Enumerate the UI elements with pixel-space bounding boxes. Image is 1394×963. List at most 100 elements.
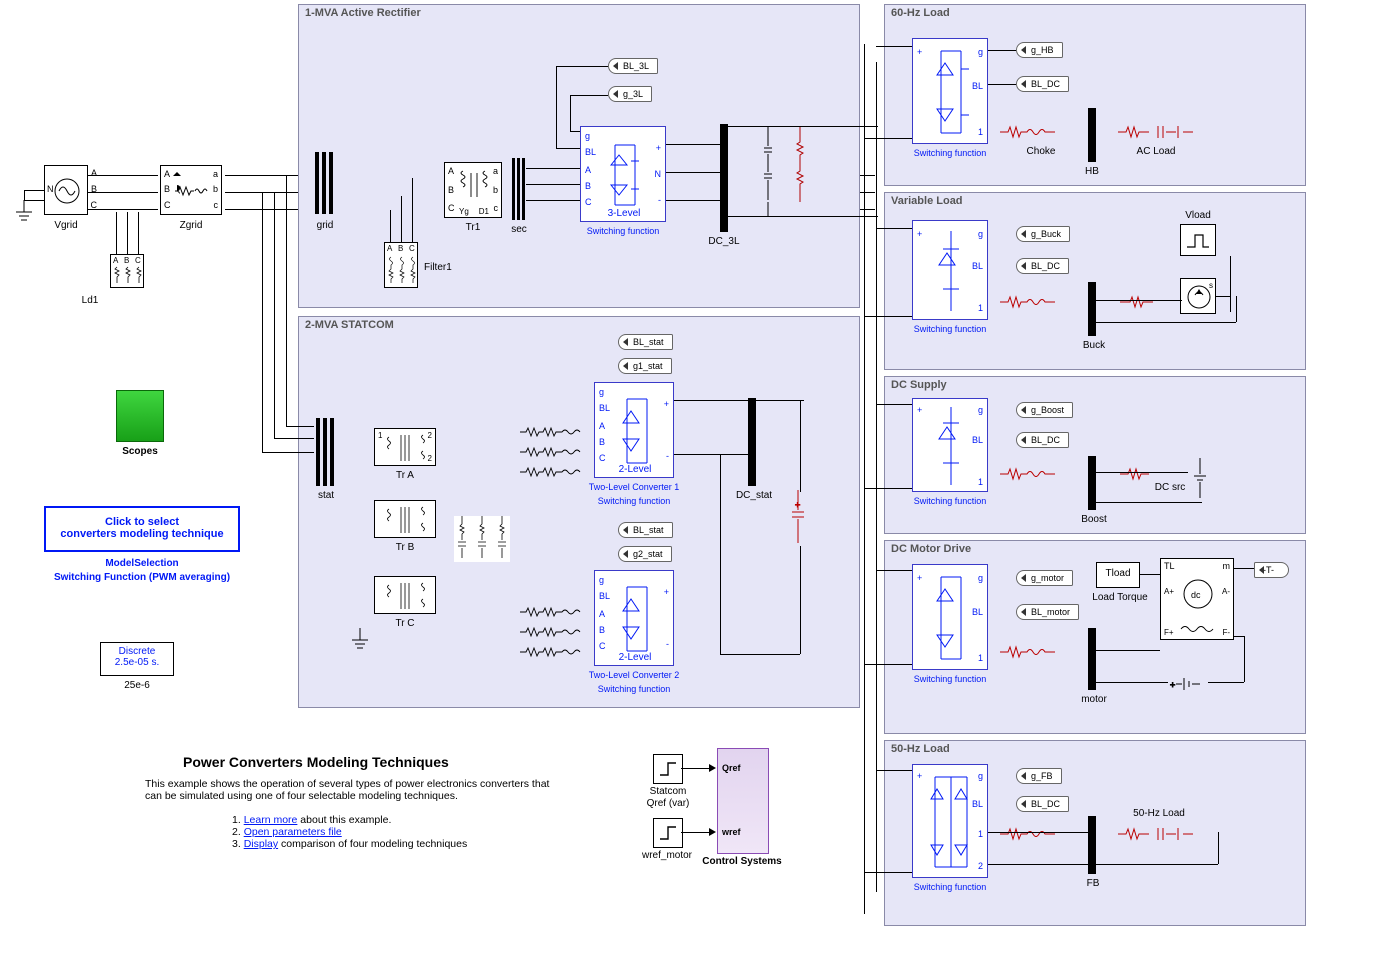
tag-bl-stat-1[interactable]: BL_stat xyxy=(618,334,673,350)
50hz-converter[interactable]: g BL 1 2 + xyxy=(912,764,988,878)
wire xyxy=(1096,472,1188,473)
tag-g-fb[interactable]: g_FB xyxy=(1016,768,1062,784)
varload-title: Variable Load xyxy=(891,195,963,207)
open-params-link[interactable]: Open parameters file xyxy=(244,826,342,838)
scopes-block[interactable] xyxy=(116,390,164,442)
tag-g-motor[interactable]: g_motor xyxy=(1016,570,1073,586)
tag-bl-dc-2[interactable]: BL_DC xyxy=(1016,258,1069,274)
wire xyxy=(24,200,44,201)
two-level-conv-1[interactable]: g BL A B C + - 2-Level xyxy=(594,382,674,478)
statcom-step-l2: Qref (var) xyxy=(642,798,694,809)
tag-g-hb[interactable]: g_HB xyxy=(1016,42,1063,58)
zgrid-block[interactable]: A B C a b c xyxy=(160,165,222,215)
conv2-sf: Switching function xyxy=(576,684,692,694)
rectifier-title: 1-MVA Active Rectifier xyxy=(305,7,421,19)
wire xyxy=(1096,650,1160,651)
60hz-title: 60-Hz Load xyxy=(891,7,950,19)
trb-block[interactable] xyxy=(374,500,436,538)
wire xyxy=(988,50,1016,51)
tag-bl-motor[interactable]: BL_motor xyxy=(1016,604,1079,620)
wire xyxy=(728,216,878,217)
dcsupply-converter[interactable]: g BL 1 + xyxy=(912,398,988,492)
tag-bl-dc-3[interactable]: BL_DC xyxy=(1016,432,1069,448)
wire xyxy=(1234,636,1244,637)
arrow-icon xyxy=(709,764,716,772)
varload-converter[interactable]: g BL 1 + xyxy=(912,220,988,320)
dc3l-bus[interactable] xyxy=(720,124,728,232)
two-level-conv-2[interactable]: g BL A B C + - 2-Level xyxy=(594,570,674,666)
50hz-sf: Switching function xyxy=(902,882,998,892)
tr1-block[interactable]: A B C a b c Yg D1 xyxy=(444,162,502,218)
dcsupply-title: DC Supply xyxy=(891,379,947,391)
rect-sf-label: Switching function xyxy=(580,226,666,236)
ld1-block[interactable]: A B C xyxy=(110,254,144,288)
powergui-block[interactable]: Discrete 2.5e-05 s. xyxy=(100,642,174,676)
tag-g1-stat[interactable]: g1_stat xyxy=(618,358,672,374)
learn-more-link[interactable]: Learn more xyxy=(244,814,298,826)
sec-bus[interactable] xyxy=(510,158,526,220)
dcstat-bus[interactable] xyxy=(748,398,756,486)
control-systems-block[interactable]: Qref wref xyxy=(717,748,769,854)
wire xyxy=(1230,256,1231,312)
wire xyxy=(666,172,720,173)
tag-g-3l[interactable]: g_3L xyxy=(608,86,652,102)
50hz-load-label: 50-Hz Load xyxy=(1128,808,1190,819)
buck-bus[interactable] xyxy=(1088,282,1096,336)
motor-label: motor xyxy=(1074,694,1114,705)
rc-filter[interactable] xyxy=(454,516,510,562)
model-select-button[interactable]: Click to select converters modeling tech… xyxy=(44,506,240,552)
tload-block[interactable]: Tload xyxy=(1096,562,1140,588)
wire xyxy=(864,138,912,139)
vload-block[interactable] xyxy=(1180,224,1216,256)
wire xyxy=(1140,574,1160,575)
filter1-label: Filter1 xyxy=(424,262,464,273)
wref-step-label: wref_motor xyxy=(636,850,698,861)
wire xyxy=(286,426,314,427)
ground-icon xyxy=(14,200,34,222)
three-level-converter[interactable]: g BL A B C + N - 3-Level xyxy=(580,126,666,222)
stat-bus[interactable] xyxy=(314,418,336,486)
dc-src-motor: + xyxy=(1168,672,1208,698)
tag-bl-dc-4[interactable]: BL_DC xyxy=(1016,796,1069,812)
wire xyxy=(876,570,912,571)
statcom-step[interactable] xyxy=(653,754,683,784)
tag-g-boost[interactable]: g_Boost xyxy=(1016,402,1073,418)
motor-bus[interactable] xyxy=(1088,628,1096,690)
trc-block[interactable] xyxy=(374,576,436,614)
wire xyxy=(412,178,413,242)
boost-bus[interactable] xyxy=(1088,456,1096,510)
buck-r xyxy=(1120,290,1180,316)
wire xyxy=(864,488,912,489)
tag-bl-stat-2[interactable]: BL_stat xyxy=(618,522,673,538)
50hz-title: 50-Hz Load xyxy=(891,743,950,755)
grid-bus[interactable] xyxy=(312,152,336,214)
wire xyxy=(988,84,1016,85)
tag-g2-stat[interactable]: g2_stat xyxy=(618,546,672,562)
control-systems-label: Control Systems xyxy=(692,856,792,867)
vgrid-block[interactable]: N A B C xyxy=(44,165,88,215)
display-link[interactable]: Display xyxy=(244,838,278,850)
wire xyxy=(720,654,800,655)
hb-bus[interactable] xyxy=(1088,108,1096,162)
ctrl-src[interactable]: s xyxy=(1180,278,1216,314)
vgrid-label: Vgrid xyxy=(44,220,88,231)
60hz-converter[interactable]: g BL 1 + xyxy=(912,38,988,144)
wref-step[interactable] xyxy=(653,818,683,848)
wire xyxy=(556,148,580,149)
rl-series xyxy=(520,420,584,670)
dc-machine[interactable]: TL m A+ A- F+ F- dc xyxy=(1160,558,1234,640)
tag-g-buck[interactable]: g_Buck xyxy=(1016,226,1070,242)
wire xyxy=(1096,300,1182,301)
tra-block[interactable]: 1 2 2 xyxy=(374,428,436,466)
fb-bus[interactable] xyxy=(1088,816,1096,874)
tag-t[interactable]: -T- xyxy=(1254,562,1289,578)
svg-text:dc: dc xyxy=(1191,590,1201,600)
dcmotor-converter[interactable]: g BL 1 + xyxy=(912,564,988,670)
page-title: Power Converters Modeling Techniques xyxy=(183,754,449,770)
filter1-block[interactable]: A B C xyxy=(384,242,418,288)
wire xyxy=(864,316,912,317)
tag-bl-dc-1[interactable]: BL_DC xyxy=(1016,76,1069,92)
conv1-sf: Switching function xyxy=(576,496,692,506)
fb-label: FB xyxy=(1078,878,1108,889)
tag-bl-3l[interactable]: BL_3L xyxy=(608,58,658,74)
